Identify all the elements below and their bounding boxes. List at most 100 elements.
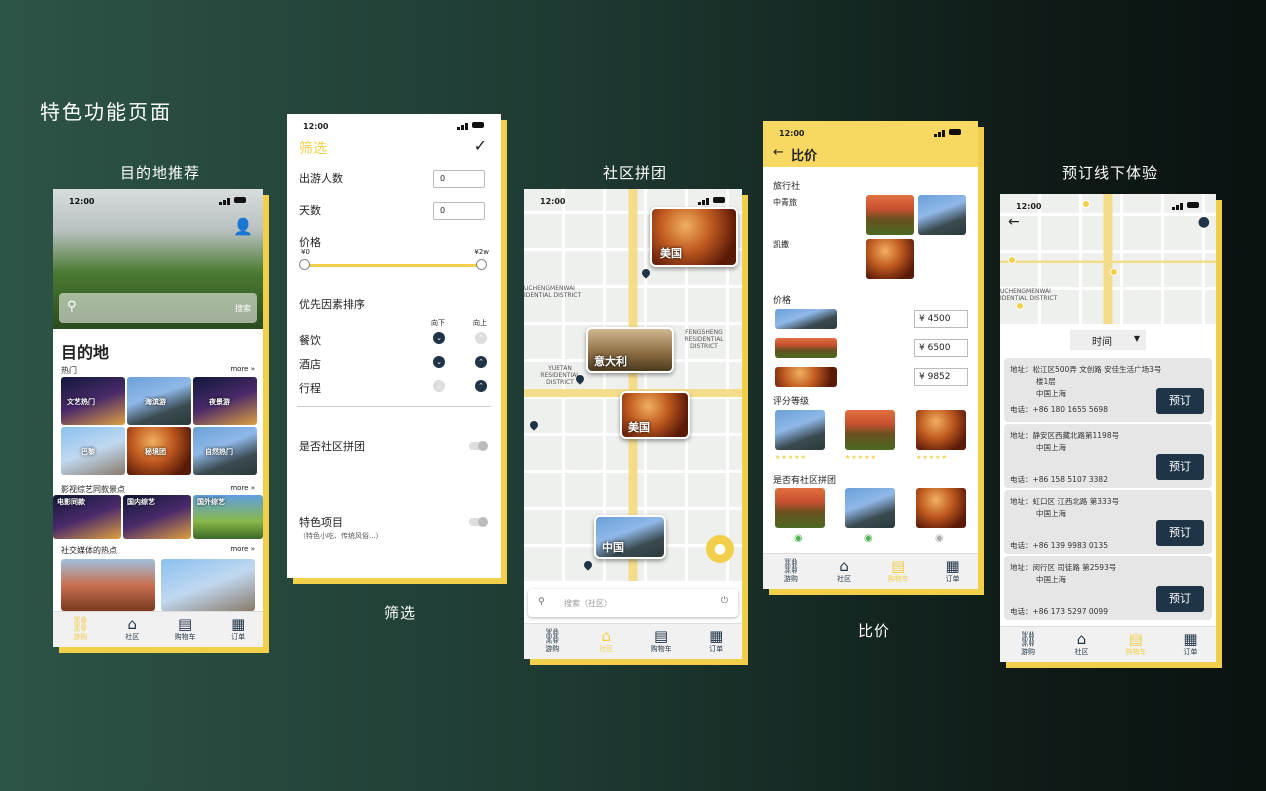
tab-orders[interactable]: ▦ 订单 (231, 617, 245, 642)
tab-explore[interactable]: ⛓ 游购 (543, 629, 562, 654)
booking-card: 地址：松江区500弄 文创路 安佳生活广场3号 楼1层 中国上海 电话：+86 … (1004, 358, 1212, 422)
back-arrow-icon[interactable]: ← (1008, 214, 1020, 230)
booking-card: 地址：闵行区 司徒路 第2593号 中国上海 电话：+86 173 5297 0… (1004, 556, 1212, 620)
back-arrow-icon[interactable]: ← (773, 145, 784, 160)
group-photo[interactable] (775, 488, 825, 528)
hot-tile[interactable]: 巴黎 (61, 427, 125, 475)
booking-card: 地址：静安区西藏北路第1198号 中国上海 电话：+86 158 5107 33… (1004, 424, 1212, 488)
rating-photo[interactable] (775, 410, 825, 450)
rating-photo[interactable] (845, 410, 895, 450)
search-input[interactable]: ⚲ 搜索 (59, 293, 257, 323)
hot-tile[interactable]: 海滨游 (127, 377, 191, 425)
tab-community[interactable]: ⌂ 社区 (599, 629, 613, 654)
section-film-label: 影视综艺同款景点 (61, 485, 125, 494)
price-min: ¥0 (301, 248, 310, 256)
tab-explore[interactable]: ⛓ 游购 (71, 617, 90, 642)
tab-community[interactable]: ⌂ 社区 (837, 559, 851, 584)
tab-community[interactable]: ⌂ 社区 (1074, 632, 1088, 657)
social-tile[interactable] (161, 559, 255, 611)
calendar-icon: ▦ (945, 557, 960, 575)
hotel-up-radio[interactable]: ⌃ (475, 356, 487, 368)
map-pin[interactable] (1016, 302, 1024, 310)
tab-cart[interactable]: ▤ 购物车 (888, 559, 909, 584)
search-placeholder: 搜索（社区） (564, 599, 612, 608)
hot-tile[interactable]: 自然热门 (193, 427, 257, 475)
book-button[interactable]: 预订 (1156, 454, 1204, 480)
book-button[interactable]: 预订 (1156, 388, 1204, 414)
tab-orders[interactable]: ▦ 订单 (945, 559, 959, 584)
more-link-hot[interactable]: more » (230, 365, 255, 373)
booking-map[interactable] (1000, 194, 1216, 324)
community-search-input[interactable]: ⚲ 搜索（社区） ⏻ (528, 589, 738, 617)
agency-photo[interactable] (866, 239, 914, 279)
book-button[interactable]: 预订 (1156, 520, 1204, 546)
home-icon: ⌂ (839, 557, 849, 575)
map-pin[interactable] (1082, 200, 1090, 208)
user-icon[interactable]: ● (1198, 214, 1210, 230)
trip-up-radio[interactable]: ⌃ (475, 380, 487, 392)
film-tile[interactable]: 国内综艺 (123, 495, 191, 539)
signal-icon (698, 196, 730, 205)
price-slider[interactable] (305, 264, 481, 267)
signal-icon (934, 128, 966, 137)
travelers-stepper[interactable]: 0 (433, 170, 485, 188)
factor-food-label: 餐饮 (299, 334, 321, 347)
price-photo (775, 367, 837, 387)
group-toggle[interactable] (469, 441, 488, 451)
more-link-social[interactable]: more » (230, 545, 255, 553)
check-icon: ◉ (935, 533, 944, 544)
food-down-radio[interactable]: ⌄ (433, 332, 445, 344)
caption-filter: 筛选 (383, 604, 416, 622)
map-card-usa[interactable]: 美国 (650, 207, 738, 267)
tab-orders[interactable]: ▦ 订单 (709, 629, 723, 654)
tab-cart[interactable]: ▤ 购物车 (651, 629, 672, 654)
group-photo[interactable] (845, 488, 895, 528)
slider-handle-max[interactable] (476, 259, 487, 270)
tab-explore[interactable]: ⛓ 游购 (781, 559, 800, 584)
film-tile[interactable]: 电影同款 (53, 495, 121, 539)
search-button[interactable]: 搜索 (235, 303, 251, 314)
more-link-film[interactable]: more » (230, 484, 255, 492)
agency-photo[interactable] (918, 195, 966, 235)
map-card-usa[interactable]: 美国 (620, 391, 690, 439)
home-icon: ⌂ (601, 627, 611, 645)
special-toggle[interactable] (469, 517, 488, 527)
slider-handle-min[interactable] (299, 259, 310, 270)
tab-community[interactable]: ⌂ 社区 (125, 617, 139, 642)
agency-name: 中青旅 (773, 198, 797, 207)
map-card-italy[interactable]: 意大利 (586, 327, 674, 373)
caption-booking: 预订线下体验 (1061, 164, 1158, 182)
hot-tile[interactable]: 夜景游 (193, 377, 257, 425)
sort-dropdown[interactable]: 时间 ▼ (1070, 330, 1146, 350)
mic-icon[interactable]: ⏻ (721, 596, 728, 606)
col-up-label: 向上 (473, 319, 487, 327)
map-pin[interactable] (1110, 268, 1118, 276)
tab-orders[interactable]: ▦ 订单 (1183, 632, 1197, 657)
book-button[interactable]: 预订 (1156, 586, 1204, 612)
home-icon: ⌂ (127, 615, 137, 633)
status-time: 12:00 (303, 122, 329, 131)
tab-cart[interactable]: ▤ 购物车 (175, 617, 196, 642)
hotel-down-radio[interactable]: ⌄ (433, 356, 445, 368)
food-up-radio[interactable]: ⌃ (475, 332, 487, 344)
price-photo (775, 338, 837, 358)
star-rating: ★★★★★ (916, 454, 948, 461)
days-stepper[interactable]: 0 (433, 202, 485, 220)
group-photo[interactable] (916, 488, 966, 528)
map-card-china[interactable]: 中国 (594, 515, 666, 559)
location-icon[interactable]: ● (706, 535, 734, 563)
trip-down-radio[interactable]: ⌄ (433, 380, 445, 392)
calendar-icon: ▦ (231, 615, 246, 633)
hot-tile[interactable]: 文艺热门 (61, 377, 125, 425)
tab-cart[interactable]: ▤ 购物车 (1125, 632, 1146, 657)
confirm-icon[interactable]: ✓ (474, 136, 487, 155)
social-tile[interactable] (61, 559, 155, 611)
agency-photo[interactable] (866, 195, 914, 235)
hot-tile[interactable]: 秘境团 (127, 427, 191, 475)
factor-hotel-label: 酒店 (299, 358, 321, 371)
user-icon[interactable]: 👤 (233, 217, 253, 236)
film-tile[interactable]: 国外综艺 (193, 495, 263, 539)
tab-explore[interactable]: ⛓ 游购 (1018, 632, 1037, 657)
rating-photo[interactable] (916, 410, 966, 450)
map-pin[interactable] (1008, 256, 1016, 264)
